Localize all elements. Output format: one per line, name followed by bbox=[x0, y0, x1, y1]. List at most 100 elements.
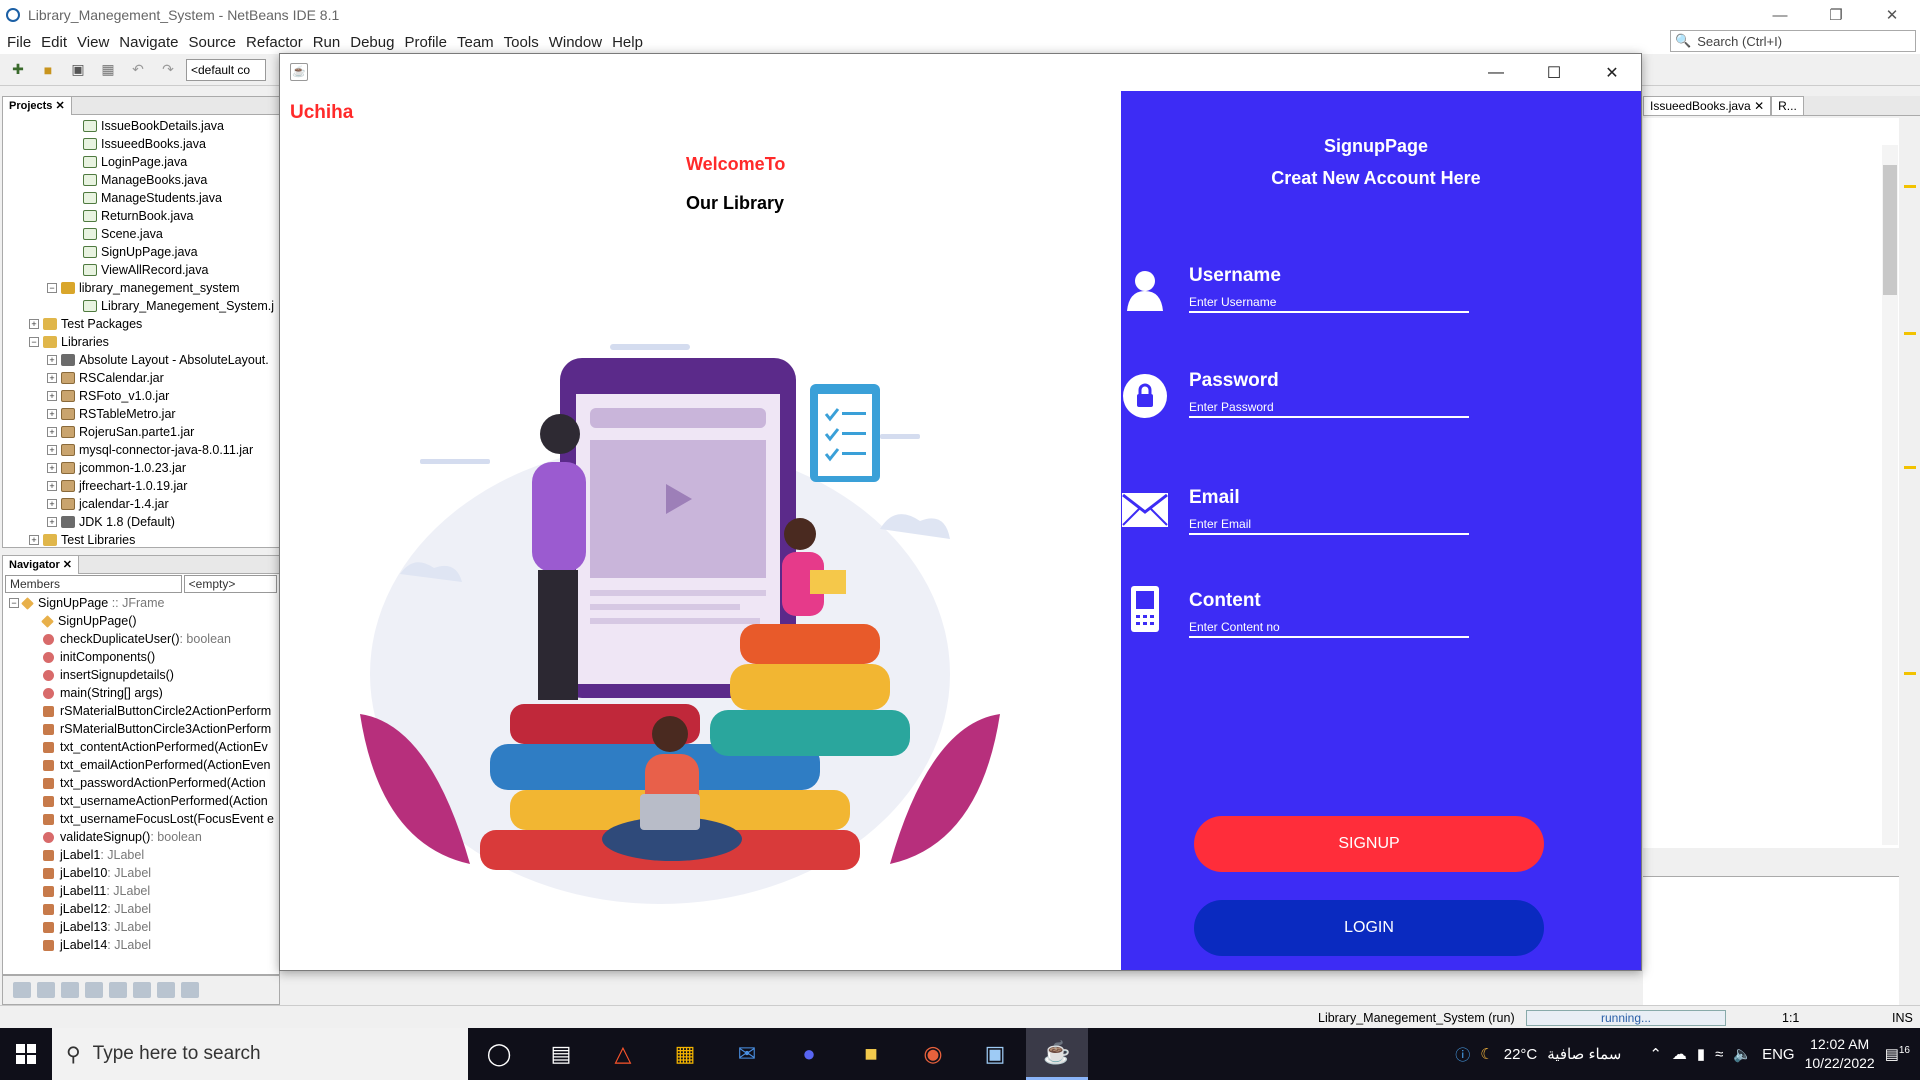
tree-file[interactable]: ManageBooks.java bbox=[3, 171, 279, 189]
restore-icon[interactable]: ❐ bbox=[1808, 0, 1864, 30]
weather-moon-icon[interactable]: ☾ bbox=[1480, 1045, 1493, 1063]
maximize-icon[interactable]: ☐ bbox=[1525, 54, 1583, 91]
navigator-member[interactable]: jLabel10 : JLabel bbox=[3, 864, 279, 882]
error-marker[interactable] bbox=[1904, 185, 1916, 188]
battery-icon[interactable]: ▮ bbox=[1697, 1045, 1705, 1063]
expand-icon[interactable]: + bbox=[47, 499, 57, 509]
menu-help[interactable]: Help bbox=[607, 34, 648, 51]
new-file-icon[interactable]: ✚ bbox=[6, 59, 30, 81]
java-app-icon[interactable]: ☕ bbox=[1026, 1028, 1088, 1080]
tree-test-packages[interactable]: + Test Packages bbox=[3, 315, 279, 333]
expand-icon[interactable]: + bbox=[47, 481, 57, 491]
navigator-member[interactable]: txt_usernameFocusLost(FocusEvent e bbox=[3, 810, 279, 828]
tree-package[interactable]: − library_manegement_system bbox=[3, 279, 279, 297]
language-indicator[interactable]: ENG bbox=[1762, 1046, 1795, 1063]
menu-debug[interactable]: Debug bbox=[345, 34, 399, 51]
content-input[interactable] bbox=[1189, 618, 1469, 638]
editor-tab[interactable]: R... bbox=[1771, 95, 1804, 116]
navigator-member[interactable]: initComponents() bbox=[3, 648, 279, 666]
sort-icon[interactable] bbox=[181, 982, 199, 998]
expand-icon[interactable]: + bbox=[47, 373, 57, 383]
open-project-icon[interactable]: ▣ bbox=[66, 59, 90, 81]
tree-lib[interactable]: + RojeruSan.parte1.jar bbox=[3, 423, 279, 441]
expand-icon[interactable]: + bbox=[47, 427, 57, 437]
taskbar-search[interactable]: ⚲ Type here to search bbox=[52, 1028, 468, 1080]
tree-file[interactable]: Scene.java bbox=[3, 225, 279, 243]
tree-lib[interactable]: + RSCalendar.jar bbox=[3, 369, 279, 387]
scroll-thumb[interactable] bbox=[1883, 165, 1897, 295]
filter-icon[interactable] bbox=[61, 982, 79, 998]
email-input[interactable] bbox=[1189, 515, 1469, 535]
volume-icon[interactable]: 🔈 bbox=[1733, 1045, 1752, 1063]
menu-view[interactable]: View bbox=[72, 34, 114, 51]
tree-lib[interactable]: + RSFoto_v1.0.jar bbox=[3, 387, 279, 405]
navigator-member[interactable]: insertSignupdetails() bbox=[3, 666, 279, 684]
tree-file[interactable]: Library_Manegement_System.j bbox=[3, 297, 279, 315]
navigator-member[interactable]: jLabel14 : JLabel bbox=[3, 936, 279, 954]
expand-icon[interactable]: + bbox=[47, 463, 57, 473]
sort-icon[interactable] bbox=[157, 982, 175, 998]
tree-lib[interactable]: + jcalendar-1.4.jar bbox=[3, 495, 279, 513]
navigator-member[interactable]: txt_usernameActionPerformed(Action bbox=[3, 792, 279, 810]
tree-file[interactable]: IssueedBooks.java bbox=[3, 135, 279, 153]
expand-icon[interactable]: + bbox=[47, 355, 57, 365]
tree-file[interactable]: IssueBookDetails.java bbox=[3, 117, 279, 135]
signup-button[interactable]: SIGNUP bbox=[1194, 816, 1544, 872]
editor-scrollbar[interactable] bbox=[1882, 145, 1898, 845]
new-project-icon[interactable]: ■ bbox=[36, 59, 60, 81]
error-marker[interactable] bbox=[1904, 672, 1916, 675]
tree-file[interactable]: SignUpPage.java bbox=[3, 243, 279, 261]
brave-browser-icon[interactable]: △ bbox=[592, 1028, 654, 1080]
menu-file[interactable]: File bbox=[2, 34, 36, 51]
file-explorer-icon[interactable]: ■ bbox=[840, 1028, 902, 1080]
menu-run[interactable]: Run bbox=[308, 34, 346, 51]
navigator-member[interactable]: txt_contentActionPerformed(ActionEv bbox=[3, 738, 279, 756]
close-icon[interactable]: ✕ bbox=[1583, 54, 1641, 91]
minimize-icon[interactable]: — bbox=[1467, 54, 1525, 91]
windows-start-icon[interactable] bbox=[0, 1028, 52, 1080]
redo-icon[interactable]: ↷ bbox=[156, 59, 180, 81]
menu-tools[interactable]: Tools bbox=[499, 34, 544, 51]
undo-icon[interactable]: ↶ bbox=[126, 59, 150, 81]
editor-area[interactable] bbox=[1643, 118, 1899, 848]
navigator-member[interactable]: SignUpPage() bbox=[3, 612, 279, 630]
minimize-icon[interactable]: — bbox=[1752, 0, 1808, 30]
discord-icon[interactable]: ● bbox=[778, 1028, 840, 1080]
tree-file[interactable]: ViewAllRecord.java bbox=[3, 261, 279, 279]
task-view-icon[interactable]: ▤ bbox=[530, 1028, 592, 1080]
tree-lib[interactable]: + jcommon-1.0.23.jar bbox=[3, 459, 279, 477]
tree-lib[interactable]: + JDK 1.8 (Default) bbox=[3, 513, 279, 531]
chevron-up-icon[interactable]: ⌃ bbox=[1649, 1045, 1662, 1063]
filter-icon[interactable] bbox=[13, 982, 31, 998]
login-button[interactable]: LOGIN bbox=[1194, 900, 1544, 956]
config-combo[interactable]: <default co bbox=[186, 58, 266, 81]
help-icon[interactable]: ⓘ bbox=[1455, 1044, 1470, 1065]
projects-tab[interactable]: Projects ✕ bbox=[3, 96, 72, 115]
wifi-icon[interactable]: ≈ bbox=[1715, 1046, 1723, 1063]
filter-icon[interactable] bbox=[133, 982, 151, 998]
collapse-icon[interactable]: − bbox=[47, 283, 57, 293]
navigator-member[interactable]: jLabel13 : JLabel bbox=[3, 918, 279, 936]
mail-icon[interactable]: ✉ bbox=[716, 1028, 778, 1080]
tree-file[interactable]: LoginPage.java bbox=[3, 153, 279, 171]
menu-profile[interactable]: Profile bbox=[399, 34, 452, 51]
cortana-icon[interactable]: ◯ bbox=[468, 1028, 530, 1080]
close-icon[interactable]: ✕ bbox=[1864, 0, 1920, 30]
expand-icon[interactable]: + bbox=[47, 445, 57, 455]
navigator-member[interactable]: validateSignup() : boolean bbox=[3, 828, 279, 846]
navigator-root[interactable]: − SignUpPage :: JFrame bbox=[3, 594, 279, 612]
error-marker[interactable] bbox=[1904, 332, 1916, 335]
run-progress[interactable]: running... bbox=[1526, 1009, 1726, 1026]
filter-icon[interactable] bbox=[37, 982, 55, 998]
tree-lib[interactable]: + RSTableMetro.jar bbox=[3, 405, 279, 423]
password-input[interactable] bbox=[1189, 398, 1469, 418]
expand-icon[interactable]: + bbox=[29, 319, 39, 329]
tree-lib[interactable]: + Absolute Layout - AbsoluteLayout. bbox=[3, 351, 279, 369]
collapse-icon[interactable]: − bbox=[29, 337, 39, 347]
menu-refactor[interactable]: Refactor bbox=[241, 34, 308, 51]
expand-icon[interactable]: + bbox=[47, 391, 57, 401]
tree-test-libraries[interactable]: + Test Libraries bbox=[3, 531, 279, 549]
navigator-member[interactable]: jLabel11 : JLabel bbox=[3, 882, 279, 900]
network-icon[interactable]: ☁ bbox=[1672, 1045, 1687, 1063]
media-player-icon[interactable]: ◉ bbox=[902, 1028, 964, 1080]
